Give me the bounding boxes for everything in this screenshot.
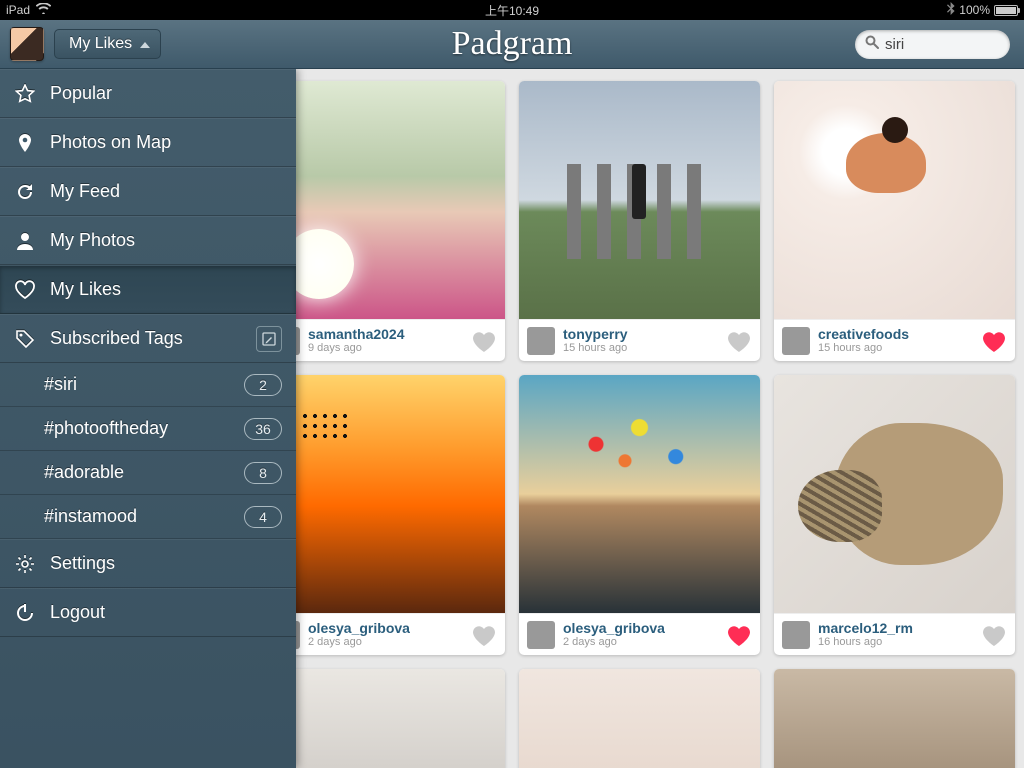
sidebar-item-label: My Likes: [50, 279, 121, 300]
sidebar-item-label: Subscribed Tags: [50, 328, 183, 349]
sidebar-item-my-feed[interactable]: My Feed: [0, 167, 296, 216]
like-button[interactable]: [981, 329, 1007, 353]
logout-icon: [14, 603, 36, 623]
tag-label: #adorable: [44, 462, 124, 483]
author-username[interactable]: olesya_gribova: [563, 621, 665, 636]
sidebar-item-label: Photos on Map: [50, 132, 171, 153]
sidebar-item-label: Popular: [50, 83, 112, 104]
photo-card[interactable]: [519, 669, 760, 768]
photo-card[interactable]: olesya_gribova 2 days ago: [264, 375, 505, 655]
photo-card[interactable]: [774, 669, 1015, 768]
tag-label: #photooftheday: [44, 418, 168, 439]
photo-thumbnail[interactable]: [774, 375, 1015, 613]
author-username[interactable]: creativefoods: [818, 327, 909, 342]
tag-count-badge: 2: [244, 374, 282, 396]
sidebar-item-my-photos[interactable]: My Photos: [0, 216, 296, 265]
search-icon: [865, 35, 879, 54]
author-username[interactable]: olesya_gribova: [308, 621, 410, 636]
post-time: 9 days ago: [308, 342, 405, 354]
author-avatar[interactable]: [782, 327, 810, 355]
photo-thumbnail[interactable]: [774, 669, 1015, 768]
sidebar: Popular Photos on Map My Feed My Photos …: [0, 69, 296, 768]
sidebar-item-label: Logout: [50, 602, 105, 623]
author-avatar[interactable]: [527, 621, 555, 649]
app-header: My Likes Padgram: [0, 20, 1024, 69]
tag-item-adorable[interactable]: #adorable 8: [0, 451, 296, 495]
post-time: 2 days ago: [563, 636, 665, 648]
author-username[interactable]: tonyperry: [563, 327, 628, 342]
post-time: 15 hours ago: [563, 342, 628, 354]
tag-label: #siri: [44, 374, 77, 395]
heart-icon: [14, 280, 36, 300]
tag-icon: [14, 329, 36, 349]
author-avatar[interactable]: [782, 621, 810, 649]
like-button[interactable]: [981, 623, 1007, 647]
sidebar-item-label: My Photos: [50, 230, 135, 251]
user-avatar[interactable]: [10, 27, 44, 61]
section-dropdown[interactable]: My Likes: [54, 29, 161, 59]
sidebar-item-my-likes[interactable]: My Likes: [0, 265, 296, 314]
person-icon: [14, 231, 36, 251]
author-avatar[interactable]: [527, 327, 555, 355]
post-time: 15 hours ago: [818, 342, 909, 354]
author-username[interactable]: marcelo12_rm: [818, 621, 913, 636]
photo-card[interactable]: samantha2024 9 days ago: [264, 81, 505, 361]
photo-card[interactable]: creativefoods 15 hours ago: [774, 81, 1015, 361]
star-icon: [14, 84, 36, 104]
author-username[interactable]: samantha2024: [308, 327, 405, 342]
like-button[interactable]: [726, 329, 752, 353]
like-button[interactable]: [726, 623, 752, 647]
tag-label: #instamood: [44, 506, 137, 527]
like-button[interactable]: [471, 329, 497, 353]
tag-item-instamood[interactable]: #instamood 4: [0, 495, 296, 539]
sidebar-item-photos-on-map[interactable]: Photos on Map: [0, 118, 296, 167]
photo-card[interactable]: marcelo12_rm 16 hours ago: [774, 375, 1015, 655]
tag-item-photooftheday[interactable]: #photooftheday 36: [0, 407, 296, 451]
sidebar-item-logout[interactable]: Logout: [0, 588, 296, 637]
photo-thumbnail[interactable]: [264, 81, 505, 319]
edit-tags-button[interactable]: [256, 326, 282, 352]
sidebar-item-label: Settings: [50, 553, 115, 574]
photo-thumbnail[interactable]: [264, 669, 505, 768]
search-field[interactable]: [855, 30, 1010, 59]
sidebar-item-settings[interactable]: Settings: [0, 539, 296, 588]
status-bar: iPad 上午10:49 100%: [0, 0, 1024, 20]
photo-card[interactable]: tonyperry 15 hours ago: [519, 81, 760, 361]
sidebar-item-subscribed-tags[interactable]: Subscribed Tags: [0, 314, 296, 363]
clock: 上午10:49: [485, 4, 539, 18]
like-button[interactable]: [471, 623, 497, 647]
photo-thumbnail[interactable]: [519, 81, 760, 319]
post-time: 2 days ago: [308, 636, 410, 648]
search-input[interactable]: [885, 36, 1000, 53]
photo-card[interactable]: olesya_gribova 2 days ago: [519, 375, 760, 655]
post-time: 16 hours ago: [818, 636, 913, 648]
photo-thumbnail[interactable]: [774, 81, 1015, 319]
tag-count-badge: 4: [244, 506, 282, 528]
gear-icon: [14, 554, 36, 574]
sidebar-item-popular[interactable]: Popular: [0, 69, 296, 118]
tag-item-siri[interactable]: #siri 2: [0, 363, 296, 407]
photo-card[interactable]: [264, 669, 505, 768]
sidebar-item-label: My Feed: [50, 181, 120, 202]
tag-count-badge: 36: [244, 418, 282, 440]
pin-icon: [14, 133, 36, 153]
photo-thumbnail[interactable]: [519, 375, 760, 613]
photo-thumbnail[interactable]: [264, 375, 505, 613]
photo-thumbnail[interactable]: [519, 669, 760, 768]
tag-count-badge: 8: [244, 462, 282, 484]
battery-icon: [994, 5, 1018, 16]
refresh-icon: [14, 182, 36, 202]
dropdown-label: My Likes: [69, 35, 132, 53]
